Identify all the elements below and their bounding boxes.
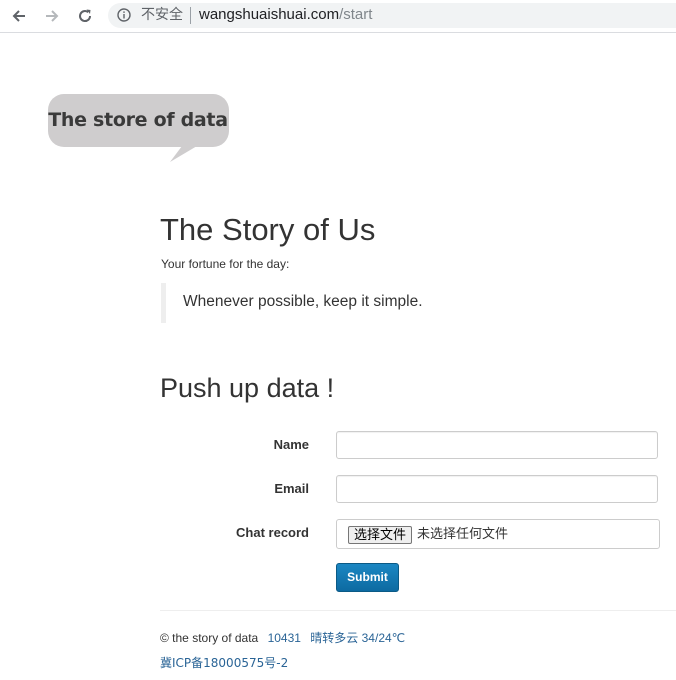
- url-path: /start: [339, 6, 373, 23]
- logo-text: The store of data: [48, 109, 228, 131]
- footer-divider: [160, 610, 676, 611]
- weather-link[interactable]: 晴转多云 34/24℃: [310, 631, 405, 645]
- site-logo[interactable]: The store of data: [47, 93, 233, 163]
- email-input[interactable]: [336, 475, 658, 503]
- address-bar[interactable]: 不安全 wangshuaishuai.com/start: [108, 3, 676, 28]
- security-status[interactable]: 不安全: [141, 7, 183, 23]
- browser-toolbar: 不安全 wangshuaishuai.com/start: [0, 0, 676, 33]
- fortune-text: Whenever possible, keep it simple.: [183, 293, 423, 310]
- forward-icon: [46, 10, 59, 22]
- file-status-text: 未选择任何文件: [417, 527, 509, 542]
- icp-license-link[interactable]: 冀ICP备18000575号-2: [160, 654, 288, 671]
- fortune-label: Your fortune for the day:: [161, 257, 290, 271]
- omnibox-divider: [190, 7, 191, 24]
- chat-record-file-input[interactable]: 选择文件 未选择任何文件: [336, 519, 660, 549]
- url-host: wangshuaishuai.com: [199, 6, 340, 23]
- back-button[interactable]: [9, 6, 29, 26]
- form-heading: Push up data !: [160, 373, 335, 403]
- info-icon[interactable]: [117, 8, 131, 22]
- reload-icon: [79, 9, 92, 22]
- chat-record-label: Chat record: [236, 525, 309, 540]
- fortune-blockquote: Whenever possible, keep it simple.: [161, 283, 586, 323]
- submit-button[interactable]: Submit: [336, 563, 399, 592]
- name-input[interactable]: [336, 431, 658, 459]
- visit-count-link[interactable]: 10431: [268, 631, 301, 645]
- footer-info: © the story of data 10431 晴转多云 34/24℃: [160, 629, 405, 646]
- page-title: The Story of Us: [160, 212, 376, 247]
- back-icon: [12, 10, 25, 22]
- name-label: Name: [273, 437, 309, 452]
- forward-button[interactable]: [42, 6, 62, 26]
- url-text[interactable]: wangshuaishuai.com/start: [199, 7, 372, 23]
- reload-button[interactable]: [75, 6, 95, 26]
- copyright-text: © the story of data: [160, 631, 259, 645]
- email-label: Email: [274, 481, 309, 496]
- choose-file-button[interactable]: 选择文件: [348, 526, 413, 544]
